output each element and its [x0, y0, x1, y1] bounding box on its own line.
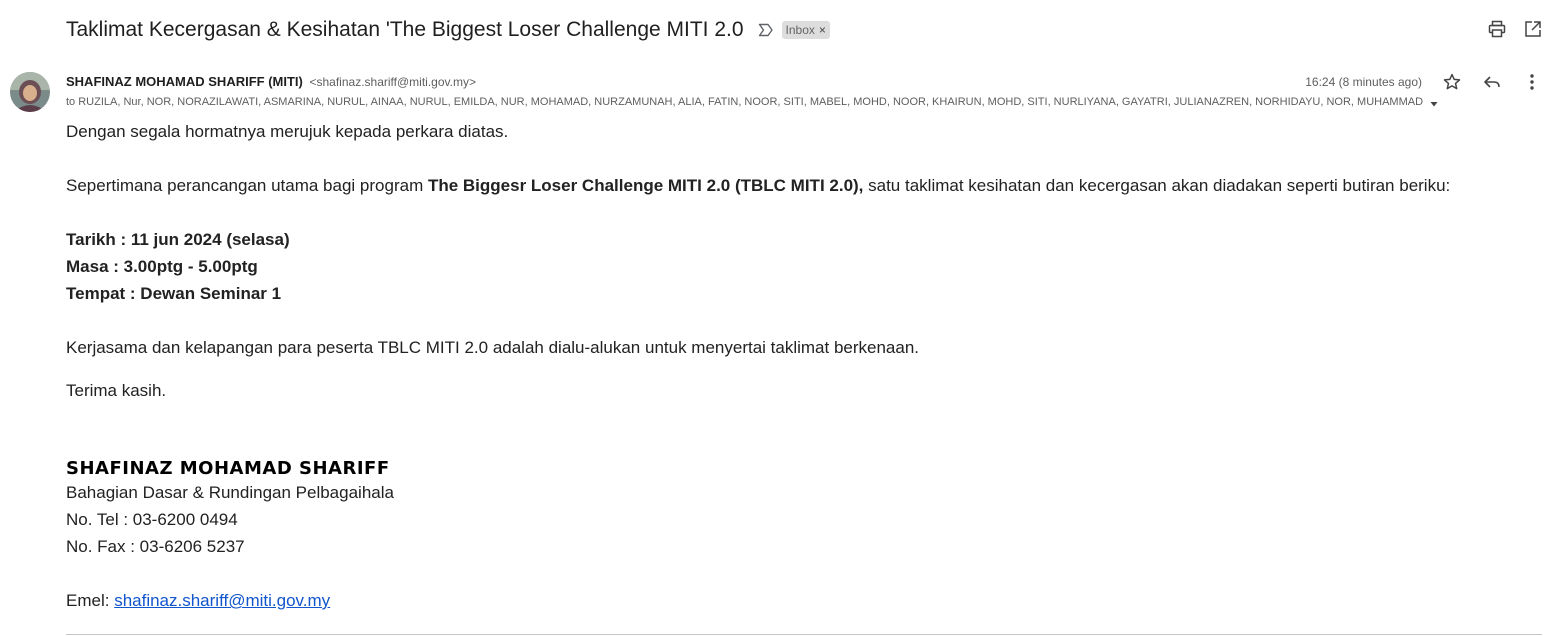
chevron-down-icon[interactable] — [1428, 97, 1440, 109]
remove-label-button[interactable]: × — [819, 23, 826, 37]
signature-name: SHAFINAZ MOHAMAD SHARIFF — [66, 458, 390, 479]
message-timestamp: 16:24 (8 minutes ago) — [1305, 75, 1422, 89]
event-time: Masa : 3.00ptg - 5.00ptg — [66, 257, 258, 276]
signature-email-link[interactable]: shafinaz.shariff@miti.gov.my — [114, 591, 330, 610]
body-paragraph-2: Kerjasama dan kelapangan para peserta TB… — [66, 338, 920, 357]
importance-marker-icon[interactable] — [758, 22, 774, 38]
signature-tel: No. Tel : 03-6200 0494 — [66, 510, 238, 529]
signature-fax: No. Fax : 03-6206 5237 — [66, 537, 245, 556]
event-date: Tarikh : 11 jun 2024 (selasa) — [66, 230, 290, 249]
body-greeting: Dengan segala hormatnya merujuk kepada p… — [66, 122, 509, 141]
body-paragraph-1: Sepertimana perancangan utama bagi progr… — [66, 176, 1450, 196]
sender-line: SHAFINAZ MOHAMAD SHARIFF (MITI) <shafina… — [66, 74, 476, 89]
message-actions — [1442, 72, 1542, 92]
program-name: The Biggesr Loser Challenge MITI 2.0 (TB… — [427, 176, 864, 195]
inbox-label-chip[interactable]: Inbox × — [781, 21, 830, 39]
star-icon[interactable] — [1442, 72, 1462, 92]
sender-name[interactable]: SHAFINAZ MOHAMAD SHARIFF (MITI) — [66, 74, 303, 89]
sender-email: <shafinaz.shariff@miti.gov.my> — [309, 75, 476, 89]
event-venue: Tempat : Dewan Seminar 1 — [66, 284, 282, 303]
signature-department: Bahagian Dasar & Rundingan Pelbagaihala — [66, 483, 394, 502]
thread-actions — [1488, 20, 1542, 38]
print-icon[interactable] — [1488, 20, 1506, 38]
more-vertical-icon[interactable] — [1522, 72, 1542, 92]
inbox-label-text: Inbox — [785, 23, 815, 37]
body-thanks: Terima kasih. — [66, 381, 167, 400]
email-subject: Taklimat Kecergasan & Kesihatan 'The Big… — [66, 18, 744, 41]
signature-email-line: Emel: shafinaz.shariff@miti.gov.my — [66, 591, 330, 611]
open-in-new-window-icon[interactable] — [1524, 20, 1542, 38]
signature-email-label: Emel: — [66, 591, 115, 610]
recipients-line: to RUZILA, Nur, NOR, NORAZILAWATI, ASMAR… — [66, 96, 1424, 108]
para1-text-end: satu taklimat kesihatan dan kecergasan a… — [863, 176, 1451, 195]
para1-text: Sepertimana perancangan utama bagi progr… — [66, 176, 428, 195]
reply-icon[interactable] — [1482, 72, 1502, 92]
divider — [66, 634, 1542, 635]
sender-avatar[interactable] — [10, 72, 50, 112]
subject-row: Taklimat Kecergasan & Kesihatan 'The Big… — [66, 14, 830, 46]
